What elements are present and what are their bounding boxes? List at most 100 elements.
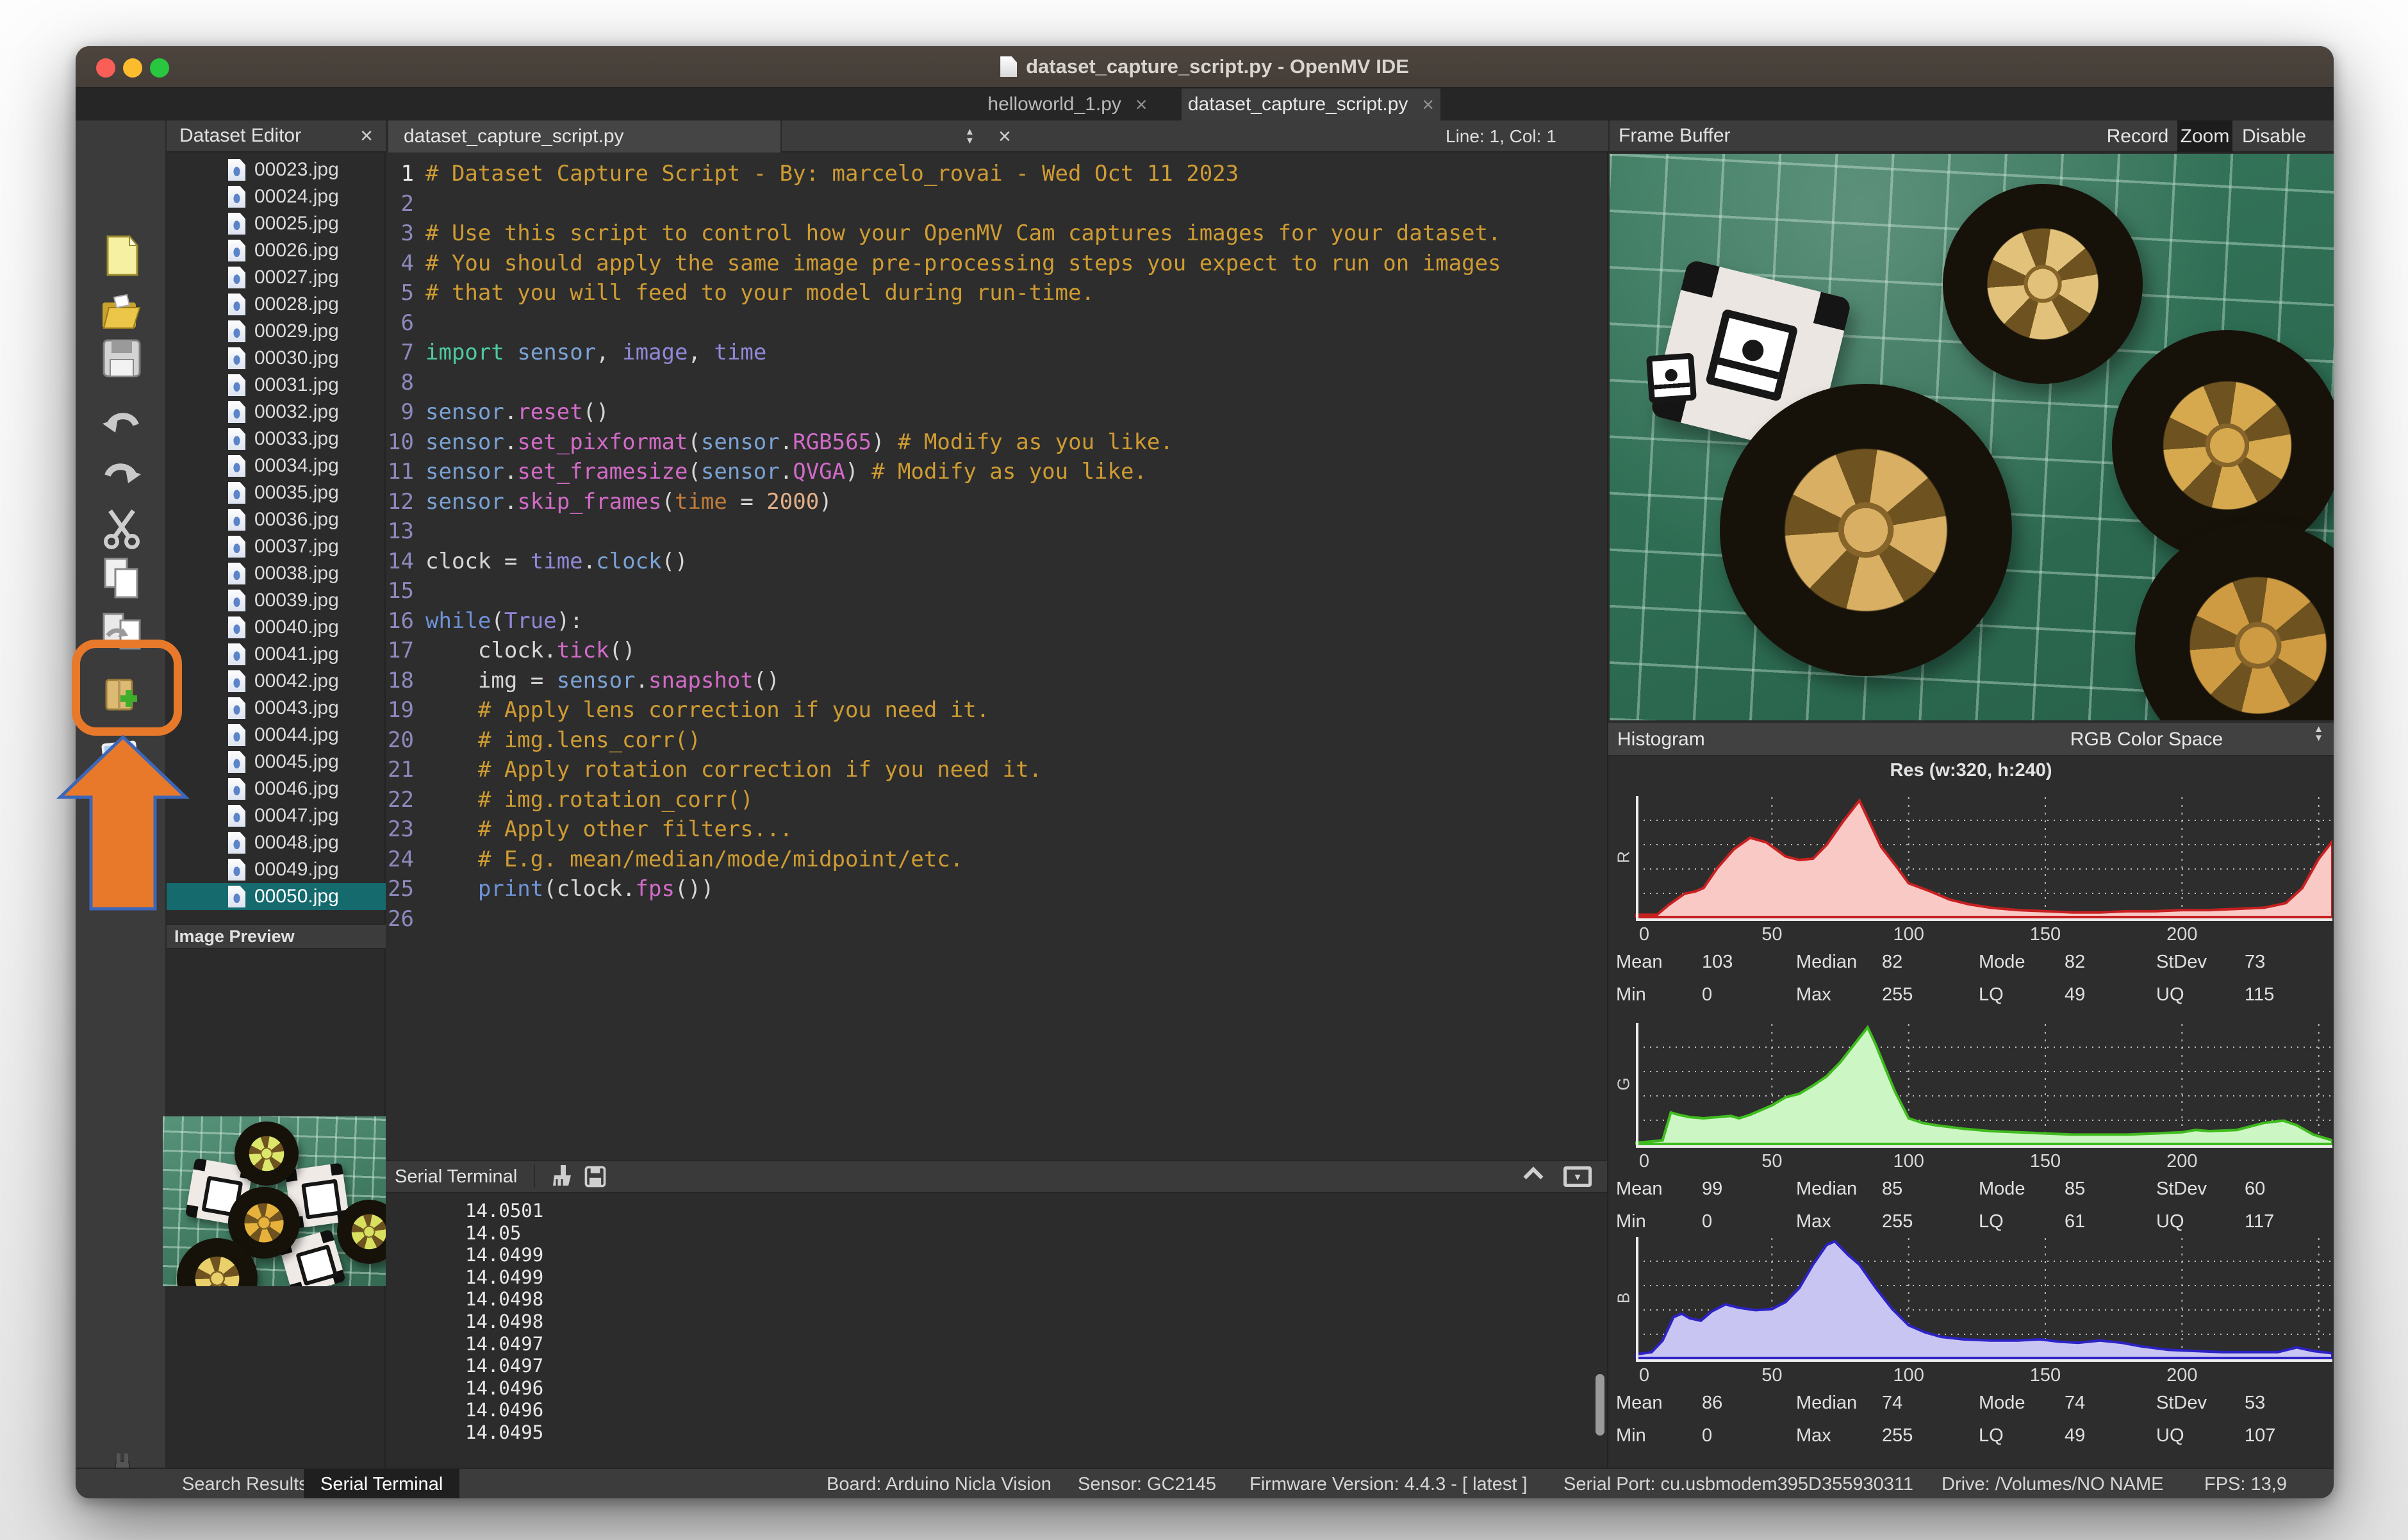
file-item[interactable]: 00045.jpg	[167, 749, 386, 775]
terminal-line: 14.0497	[465, 1355, 543, 1377]
file-item[interactable]: 00030.jpg	[167, 345, 386, 372]
stat-value: 85	[2065, 1179, 2085, 1200]
file-item[interactable]: 00026.jpg	[167, 237, 386, 264]
file-name: 00023.jpg	[254, 159, 339, 181]
file-combo-spinner-icon[interactable]: ▲▼	[965, 120, 975, 153]
toy-wheel	[2112, 330, 2334, 561]
file-item[interactable]: 00048.jpg	[167, 829, 386, 856]
stat-label: Mean	[1616, 1179, 1663, 1200]
code-line: 10sensor.set_pixformat(sensor.RGB565) # …	[386, 427, 1608, 458]
code-line: 21 # Apply rotation correction if you ne…	[386, 755, 1608, 785]
save-log-icon[interactable]	[582, 1164, 608, 1189]
file-item[interactable]: 00047.jpg	[167, 802, 386, 829]
copy-icon[interactable]	[99, 555, 145, 601]
file-item[interactable]: 00034.jpg	[167, 452, 386, 479]
file-item[interactable]: 00037.jpg	[167, 533, 386, 560]
tab-helloworld[interactable]: helloworld_1.py×	[955, 88, 1180, 120]
file-icon	[228, 886, 245, 907]
line-number: 5	[386, 278, 425, 308]
file-item[interactable]: 00033.jpg	[167, 426, 386, 452]
file-item[interactable]: 00046.jpg	[167, 775, 386, 802]
color-space-spinner-icon[interactable]: ▲▼	[2314, 725, 2323, 743]
close-tab-icon[interactable]: ×	[1135, 93, 1148, 117]
file-icon	[228, 401, 245, 423]
close-tab-icon[interactable]: ×	[1422, 93, 1434, 117]
file-item[interactable]: 00042.jpg	[167, 668, 386, 695]
file-name: 00037.jpg	[254, 536, 339, 558]
redo-icon[interactable]	[99, 452, 145, 499]
axis-tick: 100	[1893, 924, 1924, 945]
line-number: 19	[386, 695, 425, 725]
close-panel-icon[interactable]: ×	[360, 124, 373, 149]
file-item[interactable]: 00036.jpg	[167, 506, 386, 533]
undo-icon[interactable]	[99, 402, 145, 448]
record-button[interactable]: Record	[2102, 120, 2173, 153]
file-icon	[228, 778, 245, 800]
cut-icon[interactable]	[99, 504, 145, 551]
file-item[interactable]: 00029.jpg	[167, 318, 386, 345]
code-line: 17 clock.tick()	[386, 636, 1608, 666]
file-item[interactable]: 00025.jpg	[167, 210, 386, 237]
axis-tick: 150	[2030, 1151, 2061, 1172]
stats-row: Mean103Median82Mode82StDev73	[1616, 952, 2332, 975]
file-name: 00025.jpg	[254, 213, 339, 235]
editor-file-combo[interactable]: dataset_capture_script.py ▲▼ ×	[387, 120, 782, 153]
tab-dataset-capture-script[interactable]: dataset_capture_script.py×	[1182, 88, 1440, 120]
file-icon	[228, 832, 245, 854]
terminal-scrollbar[interactable]	[1596, 1374, 1604, 1436]
file-item[interactable]: 00041.jpg	[167, 641, 386, 668]
detach-terminal-icon[interactable]: ▾	[1563, 1166, 1592, 1187]
stat-label: Max	[1796, 984, 1831, 1006]
code-line: 14clock = time.clock()	[386, 547, 1608, 577]
collapse-terminal-icon[interactable]	[1523, 1166, 1543, 1186]
file-list[interactable]: 00023.jpg00024.jpg00025.jpg00026.jpg0002…	[167, 156, 386, 916]
zoom-button[interactable]: Zoom	[2177, 120, 2232, 153]
color-space-select[interactable]: RGB Color Space	[1967, 729, 2326, 750]
status-item: Firmware Version: 4.4.3 - [ latest ]	[1249, 1469, 1528, 1498]
serial-terminal-body[interactable]	[386, 1193, 1608, 1468]
line-col-indicator: Line: 1, Col: 1	[1446, 120, 1556, 153]
title-bar[interactable]: dataset_capture_script.py - OpenMV IDE	[76, 46, 2334, 88]
status-item: FPS: 13,9	[2204, 1469, 2287, 1498]
file-item[interactable]: 00043.jpg	[167, 695, 386, 722]
axis-tick: 150	[2030, 1365, 2061, 1386]
file-item[interactable]: 00049.jpg	[167, 856, 386, 883]
file-item[interactable]: 00050.jpg	[167, 883, 386, 910]
code-line: 18 img = sensor.snapshot()	[386, 666, 1608, 696]
line-number: 8	[386, 368, 425, 398]
file-item[interactable]: 00038.jpg	[167, 560, 386, 587]
stat-label: Min	[1616, 984, 1646, 1006]
file-item[interactable]: 00032.jpg	[167, 399, 386, 426]
stat-value: 0	[1702, 1425, 1712, 1446]
file-item[interactable]: 00023.jpg	[167, 156, 386, 183]
file-item[interactable]: 00024.jpg	[167, 183, 386, 210]
tab-serial-terminal[interactable]: Serial Terminal	[304, 1469, 459, 1498]
file-item[interactable]: 00027.jpg	[167, 264, 386, 291]
file-icon	[228, 670, 245, 692]
file-item[interactable]: 00031.jpg	[167, 372, 386, 399]
save-file-icon[interactable]	[99, 335, 145, 381]
file-icon	[228, 859, 245, 881]
file-icon	[228, 267, 245, 288]
file-item[interactable]: 00035.jpg	[167, 479, 386, 506]
clear-terminal-icon[interactable]	[545, 1163, 573, 1191]
file-icon	[228, 590, 245, 611]
open-file-icon[interactable]	[99, 290, 145, 336]
file-name: 00030.jpg	[254, 347, 339, 369]
file-item[interactable]: 00040.jpg	[167, 614, 386, 641]
histogram-title: Histogram	[1617, 729, 1705, 750]
file-item[interactable]: 00039.jpg	[167, 587, 386, 614]
disable-button[interactable]: Disable	[2236, 120, 2312, 153]
file-item[interactable]: 00028.jpg	[167, 291, 386, 318]
stats-row: Min0Max255LQ49UQ115	[1616, 984, 2332, 1007]
document-tab-strip: helloworld_1.py× dataset_capture_script.…	[76, 88, 2334, 120]
file-icon	[228, 374, 245, 396]
new-file-icon[interactable]	[99, 233, 145, 279]
close-file-icon[interactable]: ×	[998, 120, 1011, 153]
tab-search-results[interactable]: Search Results	[165, 1469, 325, 1498]
image-preview-thumbnail	[163, 1116, 386, 1286]
histogram-header[interactable]: Histogram RGB Color Space ▲▼	[1608, 723, 2334, 756]
file-item[interactable]: 00044.jpg	[167, 722, 386, 749]
code-line: 19 # Apply lens correction if you need i…	[386, 695, 1608, 725]
code-line: 3# Use this script to control how your O…	[386, 219, 1608, 249]
